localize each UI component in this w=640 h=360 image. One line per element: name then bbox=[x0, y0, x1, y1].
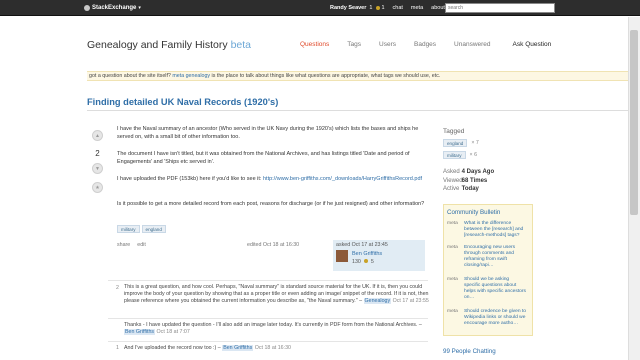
bulletin-kind: meta bbox=[447, 277, 458, 282]
bronze-badge-icon bbox=[364, 259, 369, 263]
question-title[interactable]: Finding detailed UK Naval Records (1920'… bbox=[87, 97, 278, 107]
meta-genealogy-link[interactable]: meta genealogy bbox=[172, 73, 210, 79]
comment-user-link[interactable]: Genealogy bbox=[363, 298, 392, 305]
nav-badges[interactable]: Badges bbox=[414, 41, 436, 48]
asked-date: asked Oct 17 at 23:45 bbox=[336, 242, 388, 248]
owner-reputation: 130 5 bbox=[352, 259, 374, 265]
comment-divider bbox=[108, 318, 428, 319]
bulletin-kind: meta bbox=[447, 221, 458, 226]
bulletin-link[interactable]: Encouraging new users through comments a… bbox=[464, 245, 526, 269]
site-title-text: Genealogy and Family History bbox=[87, 39, 228, 51]
comment-score: 2 bbox=[116, 285, 119, 291]
chat-people-link[interactable]: 99 People Chatting bbox=[443, 348, 496, 355]
sidebar-tag-england[interactable]: england bbox=[443, 139, 468, 147]
tag-military[interactable]: military bbox=[117, 225, 140, 233]
bulletin-link[interactable]: Should we be asking specific questions a… bbox=[464, 277, 526, 301]
edited-info[interactable]: edited Oct 18 at 16:30 bbox=[247, 242, 299, 248]
bulletin-item[interactable]: meta Encouraging new users through comme… bbox=[447, 245, 526, 269]
tagged-heading: Tagged bbox=[443, 128, 465, 135]
stat-value[interactable]: Today bbox=[462, 186, 479, 192]
owner-badge-count: 5 bbox=[370, 259, 374, 265]
avatar[interactable] bbox=[336, 250, 348, 262]
comment-score: 1 bbox=[116, 345, 119, 351]
chevron-down-icon: ▾ bbox=[138, 5, 141, 11]
comment-user-link[interactable]: Ben Griffiths bbox=[124, 329, 156, 336]
stat-label: Viewed bbox=[443, 177, 463, 184]
sidebar-tag-row: military × 6 bbox=[443, 151, 477, 159]
comment-text: And I've uploaded the record now too :) … bbox=[124, 345, 221, 351]
stackexchange-label: StackExchange bbox=[92, 5, 137, 11]
banner-prefix: got a question about the site itself? bbox=[89, 73, 171, 79]
bulletin-item[interactable]: meta Should we be asking specific questi… bbox=[447, 277, 526, 301]
question-tags: military england bbox=[117, 225, 168, 233]
bulletin-link[interactable]: What is the difference between the [rese… bbox=[464, 221, 526, 239]
comment-date: Oct 17 at 23:55 bbox=[392, 298, 429, 305]
comment-date: Oct 18 at 7:07 bbox=[156, 329, 190, 336]
bulletin-link[interactable]: Should credence be given to Wikipedia li… bbox=[464, 309, 526, 327]
comment-2: Thanks - I have updated the question - I… bbox=[124, 322, 429, 336]
stackexchange-logo-icon bbox=[84, 5, 90, 11]
bulletin-item[interactable]: meta Should credence be given to Wikiped… bbox=[447, 309, 526, 327]
downvote-button[interactable]: ▼ bbox=[92, 163, 103, 174]
bronze-badge-icon bbox=[376, 6, 381, 10]
owner-rep-value: 130 bbox=[352, 259, 361, 265]
nav-unanswered[interactable]: Unanswered bbox=[454, 41, 491, 48]
sidebar-tag-row: england × 7 bbox=[443, 139, 479, 147]
search-input[interactable] bbox=[445, 3, 555, 13]
tag-count: × 7 bbox=[471, 140, 479, 146]
main-nav: Questions Tags Users Badges Unanswered A… bbox=[300, 41, 551, 48]
question-paragraph-2: The document I have isn't titled, but it… bbox=[117, 151, 410, 165]
comment-user-link[interactable]: Ben Griffiths bbox=[222, 345, 254, 351]
vote-count: 2 bbox=[95, 149, 100, 158]
question-paragraph-1: I have the Naval summary of an ancestor … bbox=[117, 126, 419, 140]
nav-users[interactable]: Users bbox=[379, 41, 396, 48]
comment-1: This is a great question, and how cool. … bbox=[124, 284, 429, 306]
pdf-text: I have uploaded the PDF (153kb) here if … bbox=[117, 176, 262, 182]
comment-divider bbox=[108, 280, 428, 281]
nav-tags[interactable]: Tags bbox=[347, 41, 361, 48]
title-divider bbox=[87, 110, 634, 111]
about-link[interactable]: about bbox=[431, 5, 445, 11]
badge-count: 1 bbox=[381, 5, 385, 11]
meta-link[interactable]: meta bbox=[411, 5, 423, 11]
question-paragraph-4: Is it possible to get a more detailed re… bbox=[117, 201, 425, 207]
bulletin-kind: meta bbox=[447, 245, 458, 250]
comment-date: Oct 18 at 16:30 bbox=[254, 345, 291, 351]
nav-questions[interactable]: Questions bbox=[300, 41, 329, 48]
site-title[interactable]: Genealogy and Family History beta bbox=[87, 39, 251, 51]
post-menu: share edit bbox=[117, 242, 146, 248]
comment-text: Thanks - I have updated the question - I… bbox=[124, 322, 422, 328]
share-link[interactable]: share bbox=[117, 242, 130, 248]
stat-label: Asked bbox=[443, 169, 460, 175]
tag-count: × 6 bbox=[469, 152, 478, 158]
stat-label: Active bbox=[443, 186, 460, 192]
question-stats: Asked 4 Days Ago Viewed 68 Times Active … bbox=[443, 168, 494, 194]
edit-link[interactable]: edit bbox=[137, 242, 146, 248]
stackexchange-menu[interactable]: StackExchange ▾ bbox=[84, 3, 141, 13]
chat-link[interactable]: chat bbox=[393, 5, 403, 11]
stat-value: 68 Times bbox=[461, 177, 488, 184]
pdf-link[interactable]: http://www.ben-griffiths.com/_downloads/… bbox=[263, 176, 422, 182]
beta-label: beta bbox=[230, 39, 252, 51]
comment-3: And I've uploaded the record now too :) … bbox=[124, 345, 429, 352]
bulletin-kind: meta bbox=[447, 309, 458, 314]
meta-banner: got a question about the site itself? me… bbox=[87, 71, 634, 81]
user-bar: Randy Seaver 1 1 chat meta about faq bbox=[330, 3, 461, 13]
owner-name-link[interactable]: Ben Griffiths bbox=[352, 251, 382, 257]
tag-england[interactable]: england bbox=[141, 225, 166, 233]
stat-value: 4 Days Ago bbox=[461, 169, 495, 175]
community-bulletin-title: Community Bulletin bbox=[447, 209, 501, 216]
user-name-link[interactable]: Randy Seaver bbox=[330, 5, 366, 11]
favorite-star-button[interactable]: ★ bbox=[92, 182, 103, 193]
user-rep: 1 bbox=[369, 5, 373, 11]
bulletin-item[interactable]: meta What is the difference between the … bbox=[447, 221, 526, 239]
sidebar-tag-military[interactable]: military bbox=[443, 151, 466, 159]
ask-question-button[interactable]: Ask Question bbox=[513, 41, 552, 48]
scrollbar-thumb[interactable] bbox=[630, 30, 638, 215]
question-paragraph-3: I have uploaded the PDF (153kb) here if … bbox=[117, 176, 427, 184]
upvote-button[interactable]: ▲ bbox=[92, 130, 103, 141]
comment-divider bbox=[108, 341, 428, 342]
banner-suffix: is the place to talk about things like w… bbox=[211, 73, 441, 79]
